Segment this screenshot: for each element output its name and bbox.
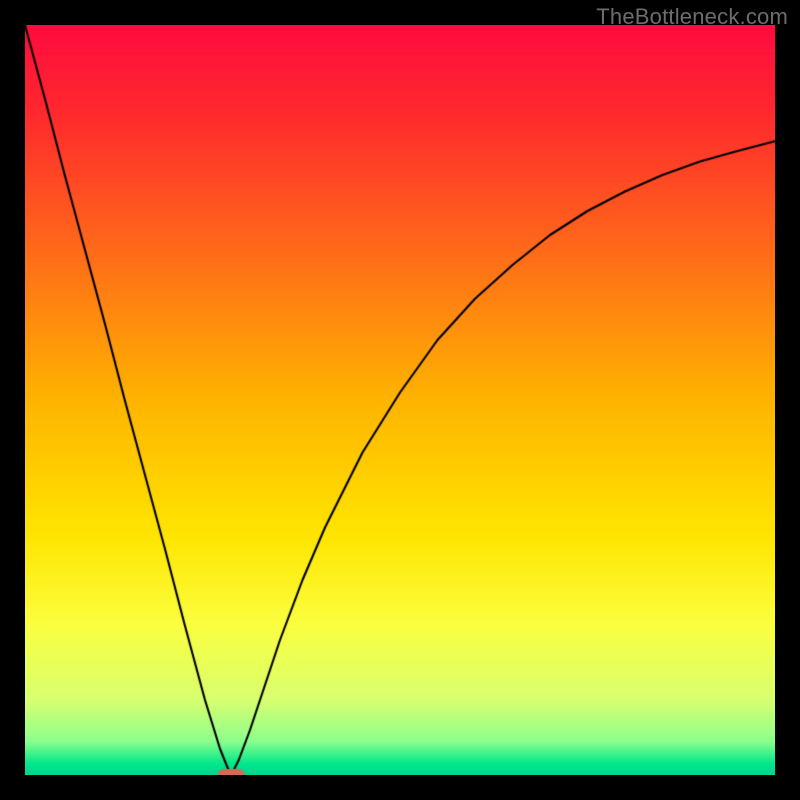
chart-frame — [25, 25, 775, 775]
chart-canvas — [25, 25, 775, 775]
chart-stage: TheBottleneck.com — [0, 0, 800, 800]
